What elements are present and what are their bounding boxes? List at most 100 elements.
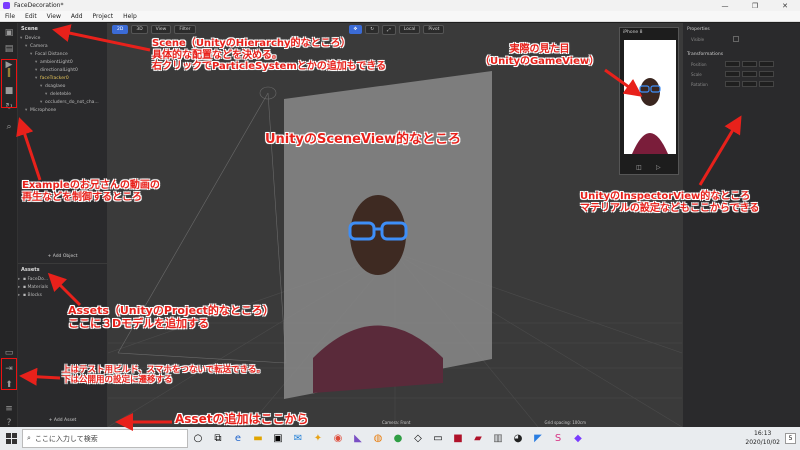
minimize-button[interactable]: — (710, 2, 740, 10)
rotation-y-field[interactable] (742, 81, 757, 87)
mode-3d-button[interactable]: 3D (131, 25, 148, 34)
asset-item[interactable]: ▸ ▪ Blocks (18, 292, 107, 300)
visible-checkbox[interactable] (733, 36, 739, 42)
pivot-toggle[interactable]: Pivot (423, 25, 445, 34)
vr-icon[interactable]: ▭ (428, 427, 448, 450)
inspector-panel: Properties Visible Transformations Posit… (682, 23, 800, 427)
scale-x-field[interactable] (725, 71, 740, 77)
visible-row: Visible (683, 34, 800, 44)
scene-tree-item-label: Camera (30, 44, 48, 49)
evernote-icon[interactable]: ● (388, 427, 408, 450)
assets-title: Assets (21, 267, 40, 273)
transformations-title: Transformations (687, 52, 724, 57)
rotation-row: Rotation (683, 79, 800, 89)
task-view-icon[interactable]: ⧉ (208, 427, 228, 450)
menu-file[interactable]: File (0, 13, 20, 20)
annotation-inspector: UnityのInspectorView的なところ マテリアルの設定などもここからで… (580, 191, 760, 214)
store-icon[interactable]: ▣ (268, 427, 288, 450)
scene-tree-item-label: Microphone (30, 108, 57, 113)
scale-z-field[interactable] (759, 71, 774, 77)
github-icon[interactable]: ◕ (508, 427, 528, 450)
scene-tree-item[interactable]: ▾ Device (18, 35, 107, 43)
app-logo-icon (3, 2, 10, 9)
scene-tree-item[interactable]: ▾ ambientLight0 (18, 59, 107, 67)
explorer-icon[interactable]: ▬ (248, 427, 268, 450)
scene-panel-icon[interactable]: ▣ (3, 27, 15, 39)
visible-label: Visible (691, 36, 705, 42)
clock-time: 16:13 (754, 430, 772, 437)
grid-spacing-label: Grid spacing: 100cm (544, 420, 586, 425)
blender-icon[interactable]: ◍ (368, 427, 388, 450)
scene-tree-item[interactable]: ▾ Camera (18, 43, 107, 51)
system-clock[interactable]: 16:13 2020/10/02 (745, 429, 780, 447)
record-icon[interactable]: ▷ (656, 164, 661, 171)
scene-tree-item[interactable]: ▾ faceTracker0 (18, 75, 107, 83)
facedecoration-app-icon[interactable]: ◆ (568, 427, 588, 450)
add-object-button[interactable]: + Add Object (18, 254, 107, 259)
menu-bar: File Edit View Add Project Help (0, 11, 800, 22)
local-toggle[interactable]: Local (398, 25, 421, 34)
move-tool-icon[interactable]: ✥ (348, 25, 363, 34)
scene-tree-item-label: faceTracker0 (40, 76, 69, 81)
chrome-icon[interactable]: ◉ (328, 427, 348, 450)
scale-y-field[interactable] (742, 71, 757, 77)
menu-project[interactable]: Project (88, 13, 119, 20)
close-button[interactable]: ✕ (770, 2, 800, 10)
scene-tree-item-label: Focal Distance (35, 52, 68, 57)
notes-icon[interactable]: ▥ (488, 427, 508, 450)
add-asset-button[interactable]: + Add Asset (18, 418, 107, 423)
taskbar-search-input[interactable]: ⌕ ここに入力して検索 (22, 429, 188, 448)
unity-icon[interactable]: ◇ (408, 427, 428, 450)
position-y-field[interactable] (742, 61, 757, 67)
annotation-add-asset: Assetの追加はここから (175, 412, 309, 426)
menu-add[interactable]: Add (66, 13, 88, 20)
scale-label: Scale (691, 71, 702, 77)
spark-ar-icon[interactable]: S (548, 427, 568, 450)
view-dropdown[interactable]: View (150, 25, 172, 34)
maximize-button[interactable]: ❐ (740, 2, 770, 10)
scene-tree-item[interactable]: ▾ Microphone (18, 107, 107, 115)
app-red2-icon[interactable]: ▰ (468, 427, 488, 450)
device-dropdown[interactable]: iPhone 8 (620, 28, 678, 37)
scene-tree-item[interactable]: ▾ Focal Distance (18, 51, 107, 59)
slack-icon[interactable]: ✦ (308, 427, 328, 450)
scale-tool-icon[interactable]: ⤢ (382, 24, 396, 35)
menu-help[interactable]: Help (118, 13, 142, 20)
mail-icon[interactable]: ✉ (288, 427, 308, 450)
annotation-build: 上はテスト用ビルド、スマホをつないで転送できる。 下は公開用の設定に遷移する (62, 365, 265, 385)
visual-studio-icon[interactable]: ◣ (348, 427, 368, 450)
rotate-tool-icon[interactable]: ↻ (365, 25, 380, 34)
mode-2d-button[interactable]: 2D (112, 25, 129, 34)
asset-item[interactable]: ▸ ▪ Materials (18, 284, 107, 292)
rotation-x-field[interactable] (725, 81, 740, 87)
assets-panel-icon[interactable]: ▤ (3, 43, 15, 55)
game-view-screen (624, 40, 676, 154)
start-button[interactable] (0, 427, 22, 450)
edge-icon[interactable]: e (228, 427, 248, 450)
asset-item[interactable]: ▸ ▪ FaceDo... (18, 276, 107, 284)
app-red-icon[interactable]: ■ (448, 427, 468, 450)
scene-tree-item[interactable]: ▾ directionalLight0 (18, 67, 107, 75)
scene-tree-item-label: ambientLight0 (40, 60, 73, 65)
scene-tree-item-label: Device (25, 36, 41, 41)
vscode-icon[interactable]: ◤ (528, 427, 548, 450)
menu-view[interactable]: View (42, 13, 66, 20)
position-x-field[interactable] (725, 61, 740, 67)
notification-badge[interactable]: 5 (785, 433, 796, 444)
scene-tree-item[interactable]: ▾ occluders_do_not_cha... (18, 99, 107, 107)
position-label: Position (691, 61, 707, 67)
position-z-field[interactable] (759, 61, 774, 67)
search-icon[interactable]: ⌕ (3, 121, 15, 133)
filter-dropdown[interactable]: Filter (174, 25, 196, 34)
settings-icon[interactable]: ≡ (3, 403, 15, 415)
capture-icon[interactable]: ◫ (636, 164, 642, 171)
cortana-icon[interactable]: ○ (188, 427, 208, 450)
annotation-scene-view: UnityのSceneView的なところ (265, 132, 462, 147)
preview-portrait (632, 78, 668, 154)
rotation-z-field[interactable] (759, 81, 774, 87)
scene-tree-item[interactable]: ▾ deleteble (18, 91, 107, 99)
menu-edit[interactable]: Edit (20, 13, 42, 20)
scene-tree-item-label: dsaglaeo (45, 84, 66, 89)
properties-title: Properties (687, 27, 710, 32)
scene-tree-item[interactable]: ▾ dsaglaeo (18, 83, 107, 91)
